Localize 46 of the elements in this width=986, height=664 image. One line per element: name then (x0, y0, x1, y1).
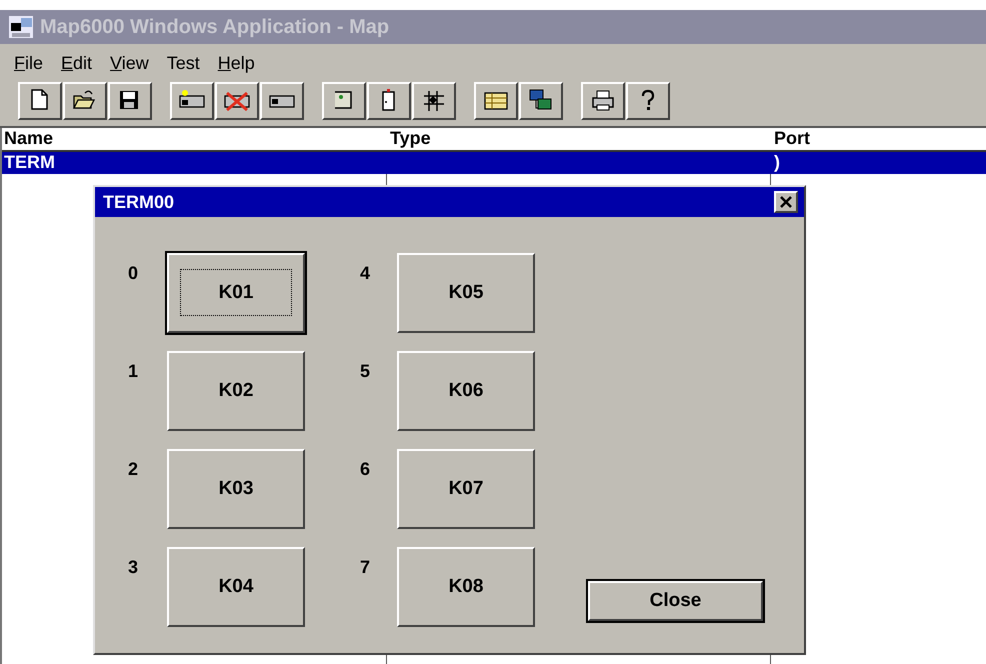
help-button[interactable] (626, 82, 670, 120)
key-number: 6 (360, 458, 372, 481)
close-button[interactable] (774, 191, 798, 213)
window-title: Map6000 Windows Application - Map (40, 16, 390, 38)
column-header[interactable]: Type (388, 128, 772, 150)
menu-item[interactable]: File (6, 52, 52, 74)
panel-button[interactable] (322, 82, 366, 120)
key-number: 2 (128, 458, 140, 481)
network-button[interactable] (519, 82, 563, 120)
door-button[interactable] (367, 82, 411, 120)
table-button[interactable] (474, 82, 518, 120)
delete-terminal-button[interactable] (215, 82, 259, 120)
terminal-button[interactable] (260, 82, 304, 120)
menu-item[interactable]: View (102, 52, 157, 74)
key-number: 3 (128, 556, 140, 579)
port-cell-text: ) (773, 152, 781, 174)
key-number: 5 (360, 360, 372, 383)
key-number: 1 (128, 360, 140, 383)
key-button[interactable]: K07 (397, 449, 535, 529)
name-cell-text: TERM (3, 152, 56, 174)
key-button[interactable]: K04 (167, 547, 305, 627)
key-number: 7 (360, 556, 372, 579)
key-button[interactable]: K01 (167, 253, 305, 333)
dialog-close-button[interactable]: Close (588, 581, 763, 621)
key-number: 0 (128, 262, 140, 285)
key-button[interactable]: K08 (397, 547, 535, 627)
key-button[interactable]: K06 (397, 351, 535, 431)
close-icon (779, 195, 793, 209)
print-button[interactable] (581, 82, 625, 120)
key-button[interactable]: K03 (167, 449, 305, 529)
key-button[interactable]: K02 (167, 351, 305, 431)
grid-button[interactable] (412, 82, 456, 120)
menu-item[interactable]: Test (158, 52, 208, 74)
dialog-title: TERM00 (103, 192, 174, 212)
save-button[interactable] (108, 82, 152, 120)
menu-item[interactable]: Edit (53, 52, 100, 74)
list-row[interactable]: TERM ) (2, 152, 986, 174)
menu-item[interactable]: Help (210, 52, 263, 74)
key-number: 4 (360, 262, 372, 285)
open-button[interactable] (63, 82, 107, 120)
add-terminal-button[interactable] (170, 82, 214, 120)
column-header[interactable]: Port (772, 128, 986, 150)
app-icon (8, 15, 34, 39)
new-button[interactable] (18, 82, 62, 120)
key-button[interactable]: K05 (397, 253, 535, 333)
column-header[interactable]: Name (2, 128, 388, 150)
